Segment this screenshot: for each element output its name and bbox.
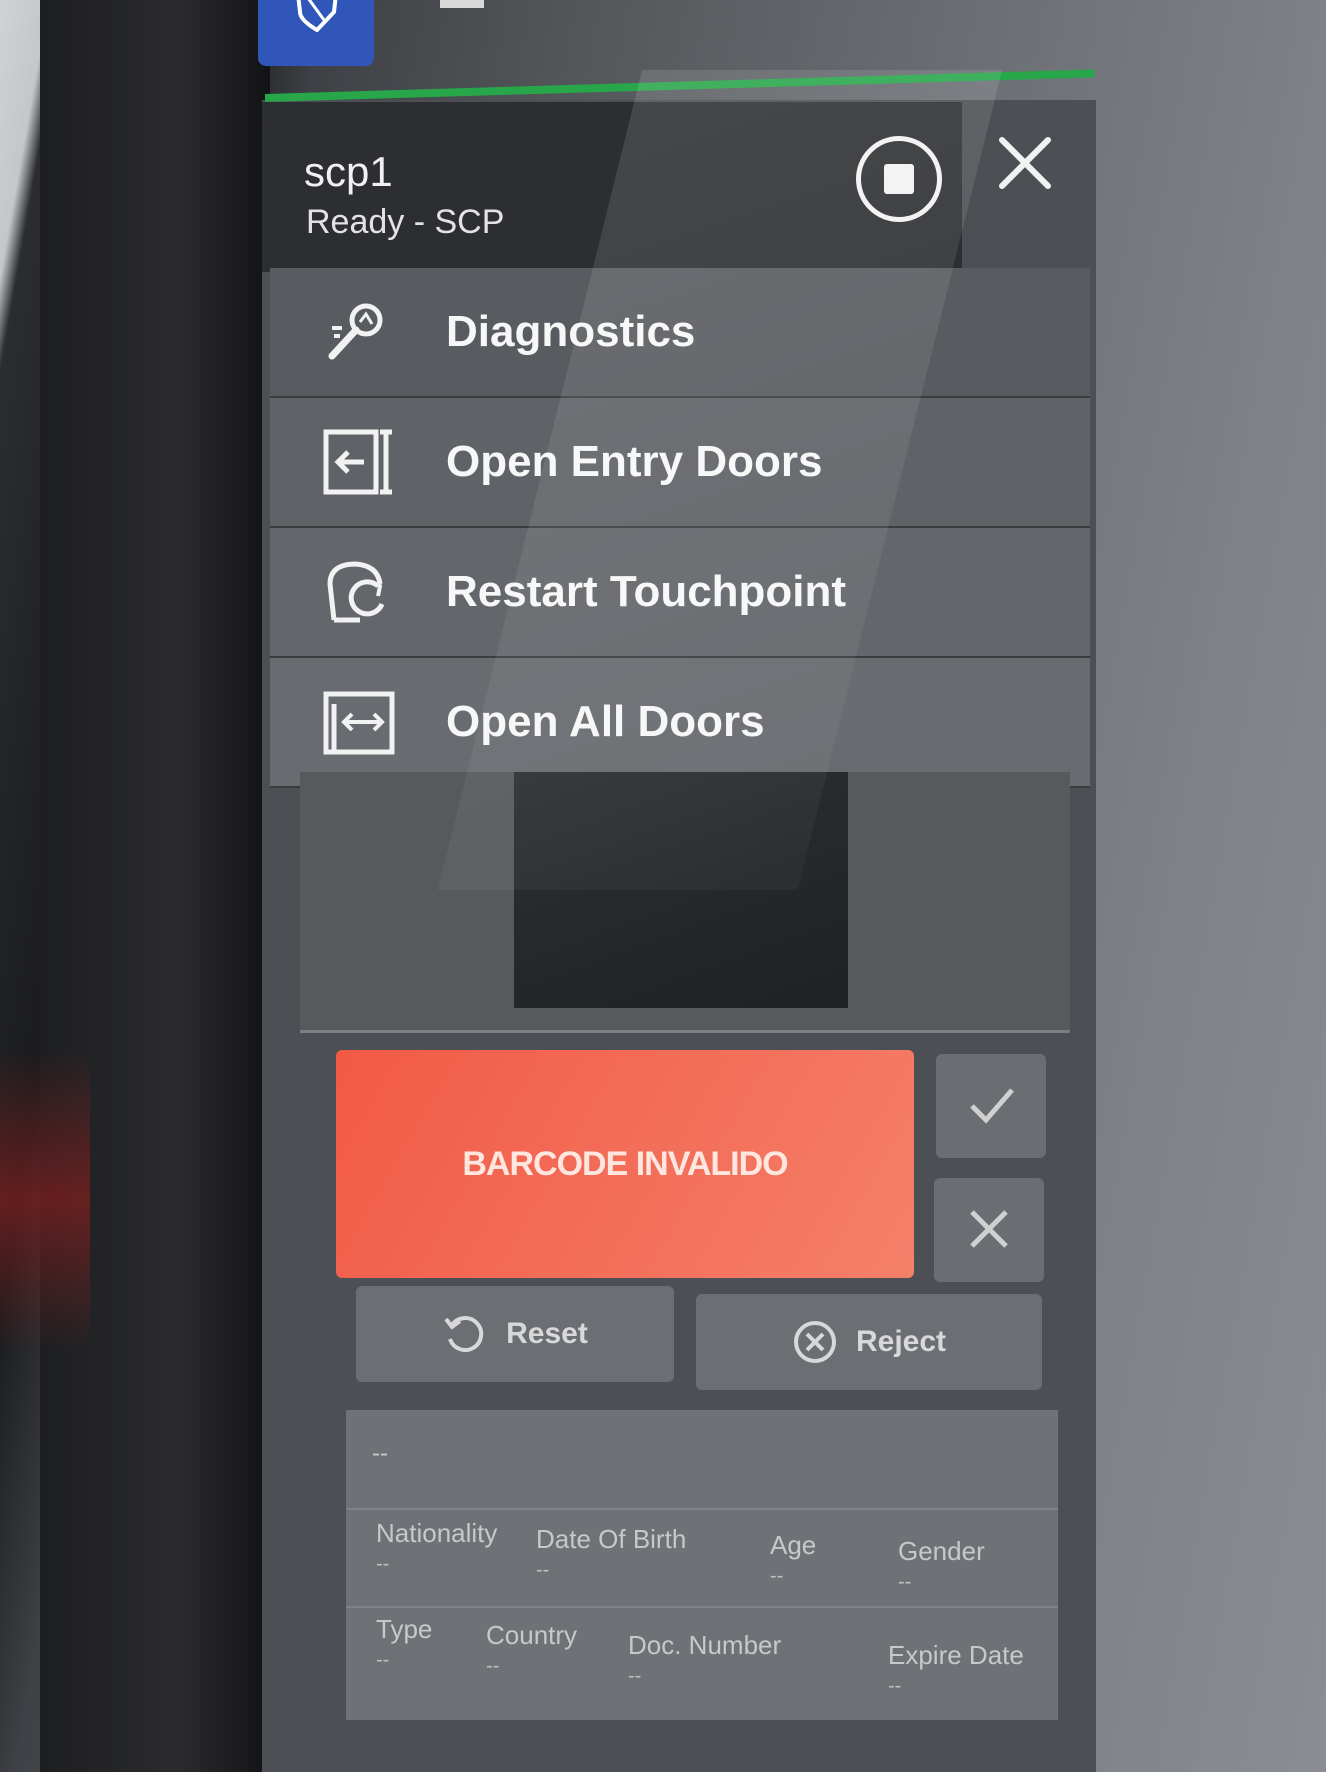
field-gender: Gender -- [898, 1536, 985, 1594]
field-label: Nationality [376, 1518, 498, 1548]
doors-both-icon [323, 691, 395, 755]
deny-button[interactable] [934, 1178, 1044, 1282]
field-value: -- [898, 1571, 912, 1593]
field-label: Doc. Number [628, 1630, 782, 1660]
passenger-name-value: -- [372, 1440, 388, 1467]
reset-icon [444, 1316, 484, 1353]
door-entry-icon [323, 429, 392, 495]
menu-item-label: Restart Touchpoint [446, 567, 847, 616]
field-label: Country [486, 1620, 578, 1650]
menu-item-label: Diagnostics [446, 307, 696, 356]
reject-button[interactable]: Reject [696, 1294, 1042, 1390]
shield-logo-icon [296, 0, 338, 32]
checkmark-icon [970, 1088, 1014, 1124]
field-label: Date Of Birth [536, 1524, 687, 1554]
reset-label: Reset [506, 1317, 588, 1350]
field-value: -- [888, 1675, 902, 1697]
field-age: Age -- [770, 1530, 816, 1588]
menu-item-label: Open All Doors [446, 697, 765, 746]
menu-item-diagnostics[interactable]: Diagnostics [270, 268, 1090, 398]
device-name: scp1 [304, 148, 393, 195]
field-country: Country -- [486, 1620, 577, 1678]
stop-icon [884, 164, 914, 194]
field-label: Type [376, 1614, 433, 1644]
field-value: -- [536, 1559, 550, 1581]
field-value: -- [770, 1565, 784, 1587]
result-banner: BARCODE INVALIDO [336, 1050, 914, 1278]
app-logo [258, 0, 374, 66]
camera-area [300, 772, 1070, 1033]
field-value: -- [376, 1649, 390, 1671]
status-progress-bar [264, 69, 1095, 102]
passenger-info-panel: -- Nationality -- Date Of Birth -- Age -… [346, 1410, 1058, 1720]
approve-button[interactable] [936, 1054, 1046, 1158]
action-menu: Diagnostics Open Entry Doors Restart Tou… [270, 268, 1090, 788]
stop-button[interactable] [856, 136, 942, 222]
field-value: -- [628, 1665, 642, 1687]
menu-item-restart-touchpoint[interactable]: Restart Touchpoint [270, 528, 1090, 658]
reject-circle-x-icon [793, 1321, 836, 1363]
field-doc-number: Doc. Number -- [628, 1630, 781, 1688]
info-row-document: Type -- Country -- Doc. Number -- Expire… [346, 1606, 1058, 1700]
x-icon [970, 1210, 1008, 1248]
reject-label: Reject [855, 1325, 947, 1358]
field-label: Age [770, 1530, 817, 1560]
field-nationality: Nationality -- [376, 1518, 497, 1576]
field-label: Gender [898, 1536, 985, 1566]
diagnostics-icon [328, 303, 383, 360]
menu-item-open-all-doors[interactable]: Open All Doors [270, 658, 1090, 788]
device-status: Ready - SCP [306, 203, 505, 241]
close-icon[interactable] [996, 134, 1054, 192]
menu-item-open-entry-doors[interactable]: Open Entry Doors [270, 398, 1090, 528]
field-value: -- [486, 1655, 500, 1677]
field-date-of-birth: Date Of Birth -- [536, 1524, 686, 1582]
camera-feed [514, 772, 848, 1008]
reset-button[interactable]: Reset [356, 1286, 674, 1382]
field-value: -- [376, 1553, 390, 1575]
field-label: Expire Date [888, 1640, 1024, 1670]
tab-indicator [440, 0, 484, 8]
restart-icon [327, 561, 385, 623]
background-reflection [0, 1050, 90, 1350]
info-row-personal: Nationality -- Date Of Birth -- Age -- G… [346, 1508, 1058, 1602]
monitor-bezel [40, 0, 270, 1772]
field-type: Type -- [376, 1614, 432, 1672]
menu-item-label: Open Entry Doors [446, 437, 823, 486]
field-expire-date: Expire Date -- [888, 1640, 1024, 1698]
